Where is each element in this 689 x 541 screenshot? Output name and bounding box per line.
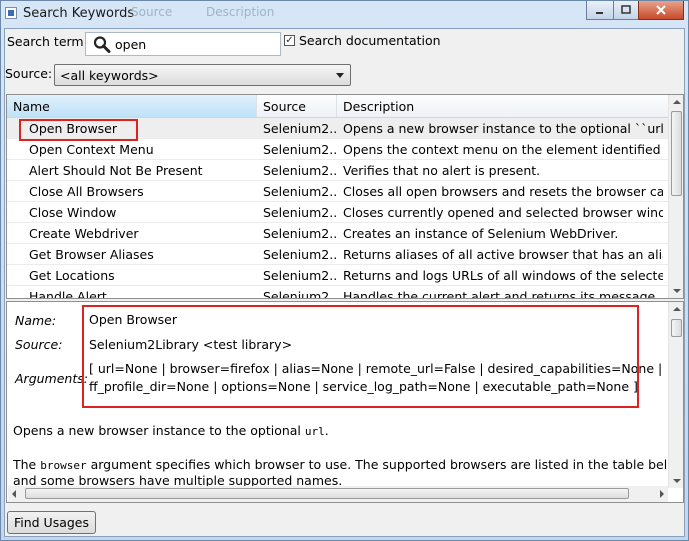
row-name: Get Browser Aliases [29,247,154,262]
row-name: Close All Browsers [29,184,144,199]
row-source: Selenium2... [263,184,337,199]
highlight-doc-summary [82,305,639,408]
row-description: Returns and logs URLs of all windows of … [343,268,663,283]
doc-hscroll-thumb[interactable] [25,488,629,499]
row-description: Verifies that no alert is present. [343,163,541,178]
doc-paragraph-1-end: . [324,423,329,438]
documentation-panel: Name: Open Browser Source: Selenium2Libr… [6,301,684,503]
row-description: Opens the context menu on the element id… [343,142,663,157]
row-source: Selenium2... [263,226,337,241]
row-name: Open Context Menu [29,142,154,157]
minimize-button[interactable] [586,1,614,20]
table-row[interactable]: Close Window Selenium2... Closes current… [7,202,668,223]
ghost-tab-description: Description [206,5,275,19]
doc-horizontal-scrollbar[interactable] [8,486,668,502]
table-row[interactable]: Get Locations Selenium2... Returns and l… [7,265,668,286]
table-row[interactable]: Get Browser Aliases Selenium2... Returns… [7,244,668,265]
dialog-body: Search term: open ✓ Search documentation… [4,28,685,537]
row-source: Selenium2... [263,247,337,262]
doc-paragraph-1-text: Opens a new browser instance to the opti… [13,423,305,438]
search-icon [93,36,111,53]
close-button[interactable] [638,1,684,20]
window-title: Search Keywords [23,6,135,21]
row-name: Create Webdriver [29,226,139,241]
row-source: Selenium2... [263,268,337,283]
column-header-description[interactable]: Description [337,95,668,117]
row-source: Selenium2... [263,289,337,299]
scroll-down-icon[interactable] [673,289,681,293]
row-name: Handle Alert [29,289,107,299]
title-bar[interactable]: Search Keywords Source Description [1,1,688,27]
scroll-up-icon[interactable] [673,307,681,311]
scroll-up-icon[interactable] [673,100,681,104]
table-row[interactable]: Alert Should Not Be Present Selenium2...… [7,160,668,181]
row-description: Handles the current alert and returns it… [343,289,660,299]
row-description: Opens a new browser instance to the opti… [343,121,663,136]
find-usages-button[interactable]: Find Usages [7,511,96,534]
doc-paragraph-2-text: The [13,457,41,472]
row-name: Alert Should Not Be Present [29,163,203,178]
doc-vertical-scrollbar[interactable] [668,302,683,488]
maximize-icon [621,5,631,14]
chevron-down-icon [336,73,344,78]
table-row[interactable]: Open Context Menu Selenium2... Opens the… [7,139,668,160]
row-source: Selenium2... [263,163,337,178]
table-row[interactable]: Create Webdriver Selenium2... Creates an… [7,223,668,244]
maximize-button[interactable] [613,1,639,20]
row-description: Closes all open browsers and resets the … [343,184,663,199]
minimize-icon [596,12,603,14]
column-header-name[interactable]: Name [7,95,257,117]
scroll-right-icon[interactable] [660,490,664,498]
highlight-open-browser [19,119,138,141]
doc-paragraph-1: Opens a new browser instance to the opti… [13,423,329,438]
table-scroll-thumb[interactable] [671,111,682,196]
search-term-label: Search term: [7,34,88,49]
close-icon [656,5,666,15]
doc-paragraph-2: The browser argument specifies which bro… [13,457,684,472]
table-header: Name Source Description [7,95,668,118]
source-label: Source: [5,66,53,81]
search-keywords-window: Search Keywords Source Description Searc… [0,0,689,541]
source-dropdown-value: <all keywords> [60,68,159,83]
doc-name-label: Name: [15,313,57,328]
doc-paragraph-2-code: browser [40,459,87,472]
scroll-down-icon[interactable] [673,479,681,483]
row-source: Selenium2... [263,121,337,136]
row-source: Selenium2... [263,142,337,157]
search-documentation-checkbox[interactable]: ✓ [284,35,295,46]
table-scrollbar[interactable] [668,95,683,298]
scroll-left-icon[interactable] [12,490,16,498]
row-description: Closes currently opened and selected bro… [343,205,663,220]
table-row[interactable]: Close All Browsers Selenium2... Closes a… [7,181,668,202]
doc-source-label: Source: [15,337,63,352]
keyword-table: Name Source Description Open Browser Sel… [6,94,684,299]
source-dropdown[interactable]: <all keywords> [54,64,351,86]
row-source: Selenium2... [263,205,337,220]
search-input[interactable]: open [85,32,281,56]
search-documentation-label[interactable]: Search documentation [299,33,441,48]
row-description: Creates an instance of Selenium WebDrive… [343,226,619,241]
column-header-source[interactable]: Source [257,95,337,117]
row-name: Close Window [29,205,117,220]
doc-paragraph-1-code: url [304,425,325,438]
search-value: open [115,37,147,52]
doc-scroll-thumb[interactable] [671,319,682,337]
table-row[interactable]: Handle Alert Selenium2... Handles the cu… [7,286,668,299]
row-description: Returns aliases of all active browser th… [343,247,663,262]
ghost-tab-source: Source [131,5,173,19]
doc-arguments-label: Arguments: [15,371,88,386]
app-icon [5,7,17,19]
doc-paragraph-2-rest: argument specifies which browser to use.… [86,457,684,472]
row-name: Get Locations [29,268,115,283]
